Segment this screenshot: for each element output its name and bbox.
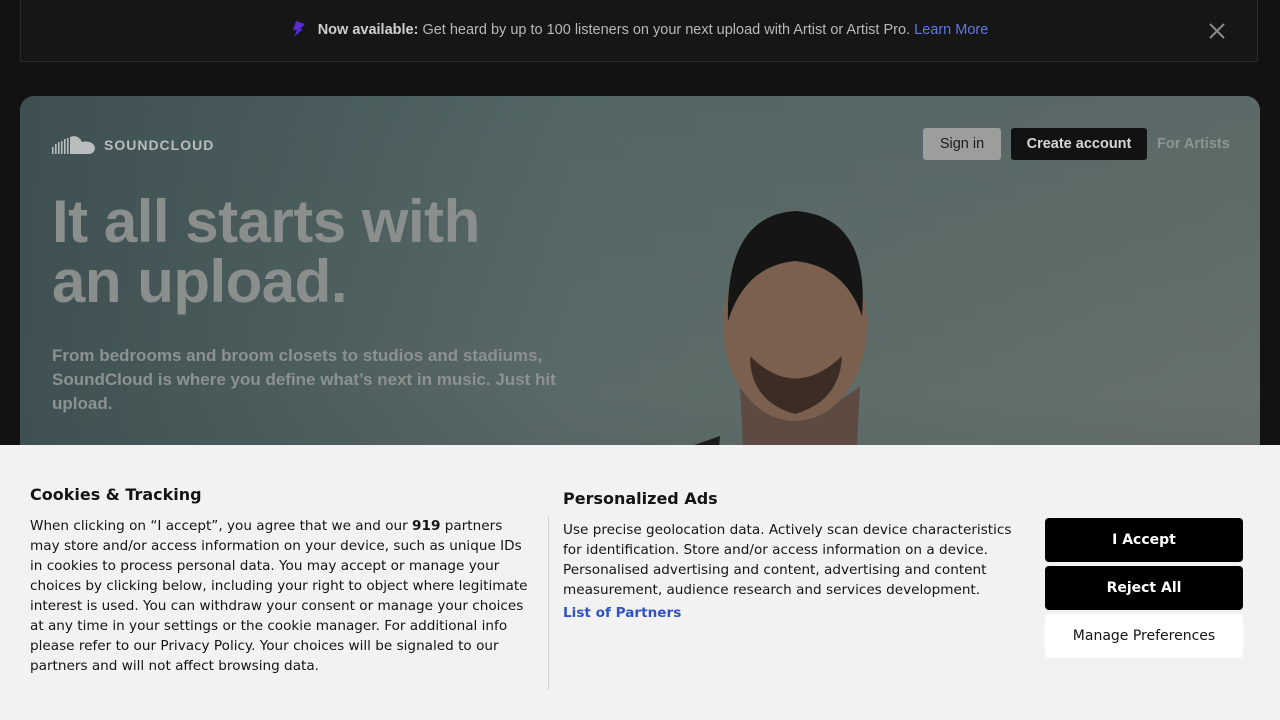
promo-banner: Now available: Get heard by up to 100 li… xyxy=(20,0,1258,62)
sign-in-button[interactable]: Sign in xyxy=(923,128,1001,160)
ads-title: Personalized Ads xyxy=(563,489,718,508)
cookie-body-start: When clicking on “I accept”, you agree t… xyxy=(30,518,413,534)
manage-preferences-button[interactable]: Manage Preferences xyxy=(1045,614,1243,658)
cookie-info: Cookies & Tracking When clicking on “I a… xyxy=(30,485,535,676)
list-of-partners-link[interactable]: List of Partners xyxy=(563,605,681,621)
soundcloud-cloud-icon xyxy=(52,136,95,154)
promo-strong-text: Now available: xyxy=(317,22,419,38)
close-icon[interactable] xyxy=(1207,21,1227,41)
create-account-button[interactable]: Create account xyxy=(1011,128,1147,160)
for-artists-link[interactable]: For Artists xyxy=(1157,136,1230,152)
bolt-icon xyxy=(290,20,308,38)
soundcloud-logo[interactable]: SOUNDCLOUD xyxy=(52,134,214,156)
cookie-body-end: partners may store and/or access informa… xyxy=(30,518,528,674)
cookie-description: When clicking on “I accept”, you agree t… xyxy=(30,516,535,676)
divider xyxy=(548,516,549,690)
promo-text: Get heard by up to 100 listeners on your… xyxy=(418,22,915,38)
learn-more-link[interactable]: Learn More xyxy=(914,22,988,38)
ads-description: Use precise geolocation data. Actively s… xyxy=(563,522,1012,598)
hero-title-line2: an upload. xyxy=(52,248,348,315)
promo-message: Now available: Get heard by up to 100 li… xyxy=(21,20,1257,40)
logo-wordmark: SOUNDCLOUD xyxy=(104,137,215,153)
reject-all-button[interactable]: Reject All xyxy=(1045,566,1243,610)
hero-title-line1: It all starts with xyxy=(52,188,480,255)
accept-button[interactable]: I Accept xyxy=(1045,518,1243,562)
partners-count: 919 xyxy=(412,518,441,534)
cookie-consent-panel: Cookies & Tracking When clicking on “I a… xyxy=(0,445,1280,720)
hero-title: It all starts with an upload. xyxy=(52,192,572,312)
cookie-title: Cookies & Tracking xyxy=(30,485,202,504)
personalized-ads-info: Personalized Ads Use precise geolocation… xyxy=(563,489,1023,621)
hero-subtitle: From bedrooms and broom closets to studi… xyxy=(52,346,556,413)
